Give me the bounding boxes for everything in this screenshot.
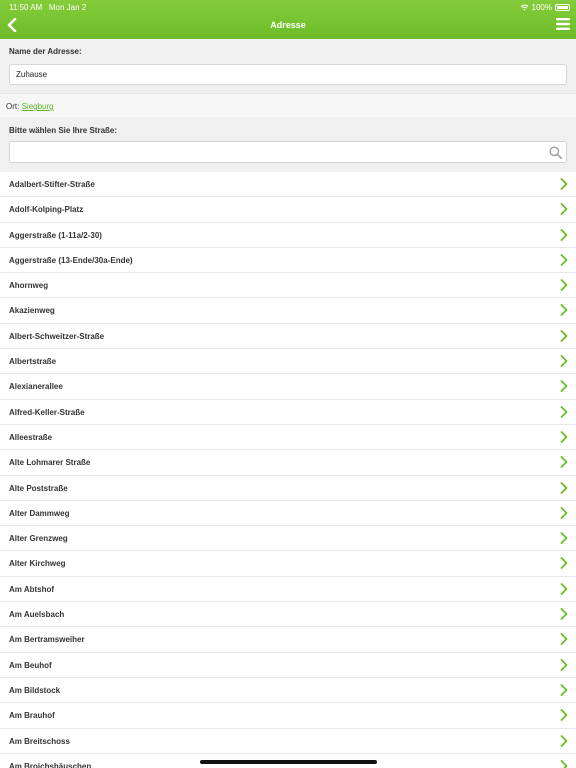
street-list-item[interactable]: Am Bertramsweiher xyxy=(0,627,576,653)
search-icon[interactable] xyxy=(549,146,562,159)
street-section: Bitte wählen Sie Ihre Straße: xyxy=(0,117,576,172)
status-time: 11:50 AM Mon Jan 2 xyxy=(9,3,87,12)
street-list-item[interactable]: Am Auelsbach xyxy=(0,602,576,628)
street-list-item[interactable]: Alte Poststraße xyxy=(0,475,576,501)
street-name: Alte Lohmarer Straße xyxy=(9,458,91,468)
street-list-item[interactable]: Adolf-Kolping-Platz xyxy=(0,197,576,223)
chevron-right-icon xyxy=(560,355,568,367)
chevron-right-icon xyxy=(560,658,568,671)
street-name: Am Breitschoss xyxy=(9,736,70,746)
street-list-item[interactable]: Alexianerallee xyxy=(0,374,576,400)
street-name: Am Auelsbach xyxy=(9,610,65,620)
chevron-right-icon xyxy=(560,329,568,342)
street-list-item[interactable]: Aggerstraße (13-Ende/30a-Ende) xyxy=(0,247,576,274)
street-list-item[interactable]: Alfred-Keller-Straße xyxy=(0,399,576,425)
chevron-right-icon xyxy=(560,178,568,190)
street-list-item[interactable]: Alte Lohmarer Straße xyxy=(0,450,576,476)
street-name: Alter Grenzweg xyxy=(9,534,68,544)
chevron-right-icon xyxy=(560,431,568,443)
location-row: Ort: Siegburg xyxy=(0,93,576,117)
city-link[interactable]: Siegburg xyxy=(22,102,54,111)
street-list-item[interactable]: Akazienweg xyxy=(0,298,576,324)
street-list-item[interactable]: Albert-Schweitzer-Straße xyxy=(0,323,576,350)
chevron-right-icon xyxy=(560,582,568,595)
location-prefix: Ort: xyxy=(6,102,20,111)
street-name: Am Bildstock xyxy=(9,685,61,695)
chevron-right-icon xyxy=(560,481,568,494)
name-label: Name der Adresse: xyxy=(9,47,82,56)
chevron-right-icon xyxy=(560,203,568,216)
street-list-item[interactable]: Albertstraße xyxy=(0,349,576,375)
chevron-right-icon xyxy=(560,380,568,393)
name-section: Name der Adresse: xyxy=(0,39,576,93)
wifi-icon xyxy=(520,4,529,11)
street-name: Albertstraße xyxy=(9,357,57,367)
street-list-item[interactable]: Alter Kirchweg xyxy=(0,551,576,577)
street-name: Am Beuhof xyxy=(9,660,52,670)
page-title: Adresse xyxy=(270,20,306,30)
chevron-right-icon xyxy=(560,608,568,620)
street-list-item[interactable]: Alter Grenzweg xyxy=(0,526,576,552)
chevron-right-icon xyxy=(560,228,568,241)
home-indicator[interactable] xyxy=(200,760,377,764)
chevron-right-icon xyxy=(560,253,568,266)
street-name: Am Brauhof xyxy=(9,711,55,721)
chevron-right-icon xyxy=(560,709,568,722)
street-name: Am Bertramsweiher xyxy=(9,635,85,645)
street-list-item[interactable]: Ahornweg xyxy=(0,273,576,299)
street-name: Albert-Schweitzer-Straße xyxy=(9,331,105,341)
chevron-right-icon xyxy=(560,532,568,545)
street-list-item[interactable]: Adalbert-Stifter-Straße xyxy=(0,172,576,198)
street-name: Am Broichshäuschen xyxy=(9,761,92,768)
street-list-item[interactable]: Am Brauhof xyxy=(0,703,576,729)
street-name: Alfred-Keller-Straße xyxy=(9,407,85,417)
address-name-input[interactable] xyxy=(9,64,567,85)
street-name: Ahornweg xyxy=(9,281,49,291)
street-name: Alte Poststraße xyxy=(9,483,68,493)
location-text: Ort: Siegburg xyxy=(6,102,54,111)
chevron-right-icon xyxy=(560,684,568,696)
chevron-right-icon xyxy=(560,304,568,317)
status-date: Mon Jan 2 xyxy=(48,3,87,12)
street-list-item[interactable]: Am Beuhof xyxy=(0,652,576,678)
battery-percent: 100% xyxy=(531,3,552,12)
street-list-item[interactable]: Am Breitschoss xyxy=(0,728,576,754)
street-search-input[interactable] xyxy=(9,141,567,163)
chevron-right-icon xyxy=(560,506,568,519)
battery-icon xyxy=(555,4,570,11)
navigation-bar: 11:50 AM Mon Jan 2 100% Adresse xyxy=(0,0,576,39)
street-name: Aggerstraße (1-11a/2-30) xyxy=(9,230,102,240)
chevron-right-icon xyxy=(560,734,568,747)
chevron-right-icon xyxy=(560,405,568,418)
chevron-right-icon xyxy=(560,759,568,768)
street-name: Adalbert-Stifter-Straße xyxy=(9,180,95,189)
street-list: Adalbert-Stifter-Straße Adolf-Kolping-Pla… xyxy=(0,172,576,768)
street-list-item[interactable]: Am Bildstock xyxy=(0,677,576,704)
street-list-item[interactable]: Am Abtshof xyxy=(0,576,576,603)
street-name: Am Abtshof xyxy=(9,584,55,594)
hamburger-menu-icon[interactable] xyxy=(556,17,570,31)
chevron-right-icon xyxy=(560,279,568,292)
status-right: 100% xyxy=(520,3,570,12)
street-name: Adolf-Kolping-Platz xyxy=(9,205,84,215)
street-name: Alleestraße xyxy=(9,432,53,442)
street-name: Alter Kirchweg xyxy=(9,559,66,569)
street-name: Akazienweg xyxy=(9,306,55,316)
street-list-item[interactable]: Aggerstraße (1-11a/2-30) xyxy=(0,222,576,248)
street-name: Alter Dammweg xyxy=(9,508,70,518)
street-list-item[interactable]: Alter Dammweg xyxy=(0,500,576,527)
street-name: Aggerstraße (13-Ende/30a-Ende) xyxy=(9,255,133,265)
chevron-right-icon xyxy=(560,633,568,646)
street-label: Bitte wählen Sie Ihre Straße: xyxy=(9,126,118,135)
chevron-right-icon xyxy=(560,456,568,469)
chevron-right-icon xyxy=(560,557,568,570)
street-list-item[interactable]: Alleestraße xyxy=(0,424,576,451)
street-name: Alexianerallee xyxy=(9,382,63,392)
